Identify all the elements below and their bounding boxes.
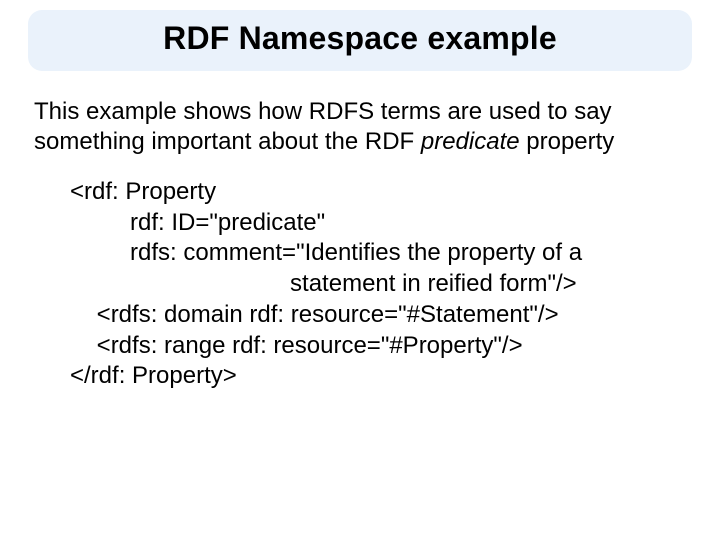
body-text-italic: predicate — [421, 128, 520, 155]
title-container: RDF Namespace example — [28, 10, 692, 71]
code-block: <rdf: Property rdf: ID="predicate" rdfs:… — [70, 177, 686, 392]
body-text-post: property — [520, 128, 615, 155]
slide: RDF Namespace example This example shows… — [0, 10, 720, 550]
body-paragraph: This example shows how RDFS terms are us… — [34, 97, 686, 157]
slide-title: RDF Namespace example — [42, 20, 678, 57]
